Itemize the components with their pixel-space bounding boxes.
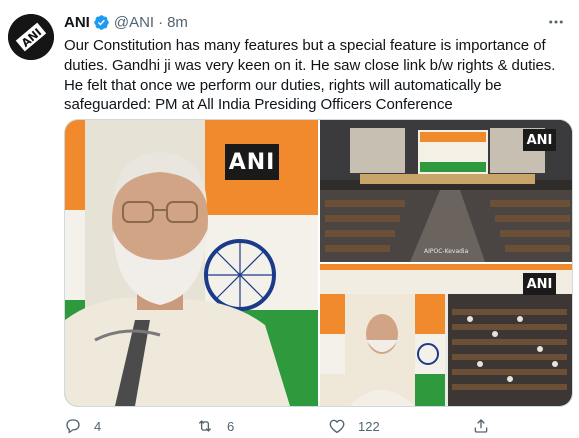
retweet-button[interactable]: 6 (195, 416, 234, 436)
user-handle[interactable]: @ANI (114, 14, 154, 31)
display-name[interactable]: ANI (64, 14, 90, 31)
tweet-header: ANI @ANI · 8m (64, 12, 188, 32)
reply-icon (66, 419, 80, 434)
tweet-actions: 4 6 122 (64, 416, 564, 438)
media-photo-splitscreen[interactable]: ANI (320, 264, 572, 406)
venue-caption: AIPOC-Kevadia (424, 248, 469, 255)
portrait-image (65, 120, 318, 406)
media-grid: ANI ANI AIPOC-Kevadia ANI (64, 119, 573, 407)
ani-watermark: ANI (523, 129, 556, 151)
ani-watermark: ANI (225, 144, 279, 180)
verified-badge-icon (94, 14, 109, 30)
heart-icon (329, 419, 345, 434)
avatar[interactable]: ANI (8, 14, 54, 60)
tweet[interactable]: ANI ANI @ANI · 8m Our Constitution has m… (0, 0, 579, 438)
reply-button[interactable]: 4 (64, 416, 101, 436)
share-button[interactable] (472, 416, 502, 436)
media-photo-hall[interactable]: ANI AIPOC-Kevadia (320, 120, 572, 262)
tweet-text-line: He felt that once we perform our duties,… (64, 76, 502, 94)
tweet-text-line: safeguarded: PM at All India Presiding O… (64, 96, 453, 114)
like-count: 122 (358, 418, 380, 434)
ani-avatar-icon: ANI (8, 14, 54, 60)
reply-count: 4 (94, 418, 102, 434)
retweet-icon (198, 420, 212, 432)
share-icon (474, 419, 488, 433)
tweet-text-line: Our Constitution has many features but a… (64, 37, 546, 54)
ani-watermark: ANI (523, 273, 556, 295)
more-dots-icon (549, 20, 563, 24)
separator-dot: · (158, 13, 164, 31)
tweet-text: Our Constitution has many features but a… (64, 36, 564, 115)
timestamp[interactable]: 8m (167, 14, 188, 31)
tweet-text-line: duties. Gandhi ji was very keen on it. H… (64, 56, 556, 74)
media-photo-portrait[interactable]: ANI (65, 120, 318, 406)
retweet-count: 6 (227, 418, 235, 434)
more-options-button[interactable] (545, 12, 567, 32)
like-button[interactable]: 122 (328, 416, 380, 436)
